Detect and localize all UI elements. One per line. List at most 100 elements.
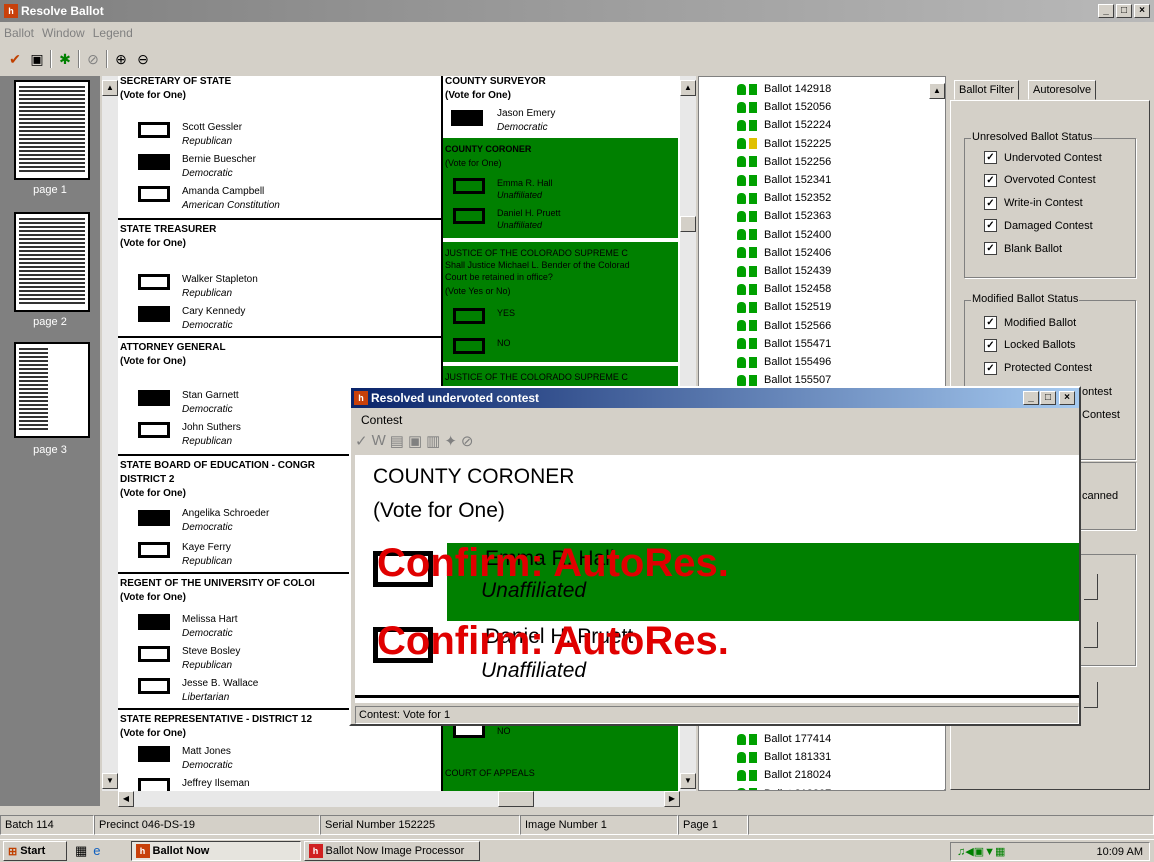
lock-icon xyxy=(737,247,746,259)
ballot-vscrollbar[interactable]: ▲ ▼ xyxy=(102,76,118,791)
tree-item[interactable]: Ballot 152406 xyxy=(737,245,831,261)
tree-item[interactable]: Ballot 152400 xyxy=(737,227,831,243)
tree-icon[interactable]: ✱ xyxy=(56,50,74,68)
scroll-up-arrow[interactable]: ▲ xyxy=(929,83,945,99)
dialog-maximize-button[interactable]: □ xyxy=(1040,391,1056,405)
tree-item[interactable]: Ballot 152458 xyxy=(737,281,831,297)
check-icon[interactable]: ✓ xyxy=(355,432,368,450)
panel-button[interactable] xyxy=(1084,622,1098,648)
vote-oval xyxy=(453,338,485,354)
scroll-down-arrow[interactable]: ▼ xyxy=(680,773,696,789)
ie-icon[interactable]: e xyxy=(93,843,100,859)
writein-icon[interactable]: W xyxy=(372,432,386,450)
tree-item[interactable]: Ballot 152363 xyxy=(737,208,831,224)
tree-item[interactable]: Ballot 181331 xyxy=(737,749,831,765)
task-ballot-now[interactable]: h Ballot Now xyxy=(130,841,301,861)
filter-checkbox[interactable]: ✓ Protected Contest xyxy=(984,361,1092,375)
dialog-menu-contest[interactable]: Contest xyxy=(361,413,402,427)
vote-oval xyxy=(138,306,170,322)
scroll-down-arrow[interactable]: ▼ xyxy=(929,789,945,790)
page-thumbnail-3[interactable] xyxy=(14,342,90,438)
filter-checkbox[interactable]: ✓ Overvoted Contest xyxy=(984,173,1096,187)
checkbox-box[interactable]: ✓ xyxy=(984,242,997,256)
task-label: Ballot Now xyxy=(152,845,210,857)
tree-item[interactable]: Ballot 218024 xyxy=(737,767,831,783)
status-serial: Serial Number 152225 xyxy=(320,815,520,835)
tree-item[interactable]: Ballot 218307 xyxy=(737,786,831,790)
vote-oval xyxy=(453,178,485,194)
tree-item[interactable]: Ballot 177414 xyxy=(737,731,831,747)
next-icon[interactable]: ▣ xyxy=(408,432,422,450)
next-icon[interactable]: ▣ xyxy=(28,50,46,68)
tree-item[interactable]: Ballot 152439 xyxy=(737,263,831,279)
dialog-minimize-button[interactable]: _ xyxy=(1023,391,1039,405)
checkbox-box[interactable]: ✓ xyxy=(984,173,997,187)
tree-item[interactable]: Ballot 152224 xyxy=(737,117,831,133)
scroll-up-arrow[interactable]: ▲ xyxy=(102,80,118,96)
scroll-thumb[interactable] xyxy=(680,216,696,232)
cancel-icon[interactable]: ⊘ xyxy=(461,432,474,450)
scroll-left-arrow[interactable]: ◀ xyxy=(118,791,134,807)
filter-checkbox[interactable]: ✓ Modified Ballot xyxy=(984,316,1076,329)
tab-ballot-filter[interactable]: Ballot Filter xyxy=(954,80,1020,100)
dialog-close-button[interactable]: × xyxy=(1059,391,1075,405)
filter-checkbox[interactable]: ✓ Undervoted Contest xyxy=(984,151,1102,164)
checkbox-box[interactable]: ✓ xyxy=(984,219,997,233)
zoom-out-icon[interactable]: ⊖ xyxy=(134,50,152,68)
tree-item[interactable]: Ballot 155471 xyxy=(737,336,831,352)
maximize-button[interactable]: □ xyxy=(1116,4,1132,18)
page-thumbnail-1[interactable] xyxy=(14,80,90,180)
quick-launch: ▦ e xyxy=(75,843,101,859)
start-button[interactable]: ⊞ Start xyxy=(3,841,67,861)
desktop-icon[interactable]: ▦ xyxy=(75,843,87,859)
tree-item[interactable]: Ballot 152519 xyxy=(737,299,831,315)
checkbox-box[interactable]: ✓ xyxy=(984,338,997,352)
tree-item[interactable]: Ballot 152341 xyxy=(737,172,831,188)
checkbox-box[interactable]: ✓ xyxy=(984,151,997,164)
tree-item[interactable]: Ballot 152566 xyxy=(737,318,831,334)
scroll-up-arrow[interactable]: ▲ xyxy=(680,80,696,96)
tree-item[interactable]: Ballot 155496 xyxy=(737,354,831,370)
scroll-thumb[interactable] xyxy=(498,791,534,807)
page-thumbnail-2[interactable] xyxy=(14,212,90,312)
close-button[interactable]: × xyxy=(1134,4,1150,18)
candidate-name: Cary Kennedy xyxy=(182,306,246,317)
ballot-hscrollbar[interactable]: ◀ ▶ xyxy=(118,791,680,807)
ballot-icon[interactable]: ▤ xyxy=(390,432,404,450)
zoom-in-icon[interactable]: ⊕ xyxy=(112,50,130,68)
cancel-icon[interactable]: ⊘ xyxy=(84,50,102,68)
tree-item[interactable]: Ballot 152056 xyxy=(737,99,831,115)
menu-legend[interactable]: Legend xyxy=(93,26,133,40)
menu-ballot[interactable]: Ballot xyxy=(4,26,34,40)
checkbox-box[interactable]: ✓ xyxy=(984,196,997,210)
scroll-down-arrow[interactable]: ▼ xyxy=(102,773,118,789)
lock-icon xyxy=(737,119,746,131)
candidate-name: Kaye Ferry xyxy=(182,542,231,553)
tray-icons[interactable]: ♫◀▣▼▦ xyxy=(957,845,1005,858)
resolve-icon[interactable]: ✔ xyxy=(6,50,24,68)
document-icon xyxy=(749,138,757,150)
menu-window[interactable]: Window xyxy=(42,26,85,40)
filter-checkbox[interactable]: ✓ Blank Ballot xyxy=(984,242,1062,256)
tree-icon[interactable]: ✦ xyxy=(444,432,457,450)
tree-item[interactable]: Ballot 152256 xyxy=(737,154,831,170)
divider xyxy=(118,336,441,338)
tree-item[interactable]: Ballot 152352 xyxy=(737,190,831,206)
task-image-processor[interactable]: h Ballot Now Image Processor xyxy=(303,841,480,861)
checkbox-box[interactable]: ✓ xyxy=(984,316,997,329)
filter-checkbox[interactable]: ✓ Locked Ballots xyxy=(984,338,1076,352)
tab-autoresolve[interactable]: Autoresolve xyxy=(1028,80,1097,100)
vote-oval xyxy=(138,678,170,694)
tree-item[interactable]: Ballot 152225 xyxy=(737,136,831,152)
scroll-right-arrow[interactable]: ▶ xyxy=(664,791,680,807)
candidate-party: Democratic xyxy=(182,168,233,179)
tree-item[interactable]: Ballot 142918 xyxy=(737,81,831,97)
filter-checkbox[interactable]: ✓ Write-in Contest xyxy=(984,196,1083,210)
checkbox-box[interactable]: ✓ xyxy=(984,361,997,375)
vote-oval xyxy=(138,274,170,290)
minimize-button[interactable]: _ xyxy=(1098,4,1114,18)
filter-checkbox[interactable]: ✓ Damaged Contest xyxy=(984,219,1093,233)
panel-button[interactable] xyxy=(1084,574,1098,600)
panel-button[interactable] xyxy=(1084,682,1098,708)
next-page-icon[interactable]: ▥ xyxy=(426,432,440,450)
